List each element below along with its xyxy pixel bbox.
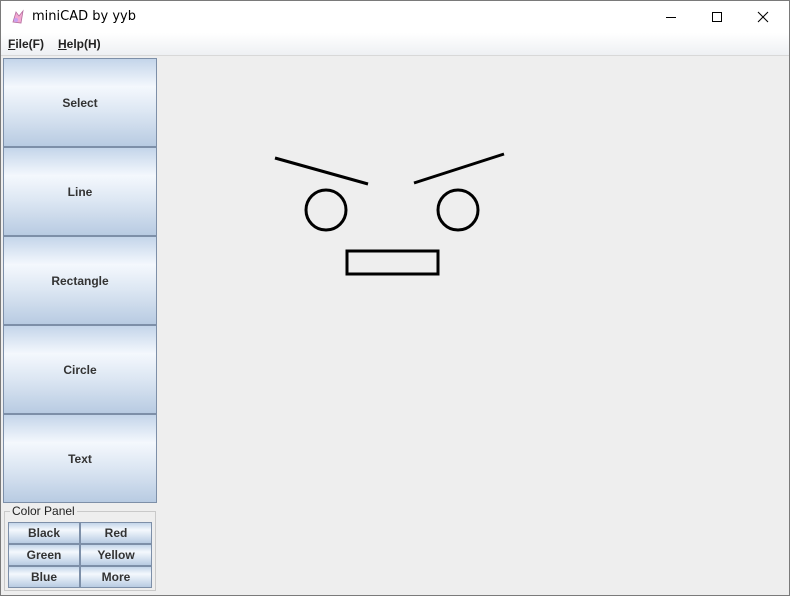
maximize-button[interactable]	[694, 1, 740, 33]
menu-help-mnemonic: H	[58, 37, 67, 51]
circle-tool-button[interactable]: Circle	[3, 325, 157, 414]
rectangle-tool-button[interactable]: Rectangle	[3, 236, 157, 325]
color-panel: Color Panel Black Red Green Yellow Blue …	[4, 504, 156, 591]
select-tool-button[interactable]: Select	[3, 58, 157, 147]
line-tool-button[interactable]: Line	[3, 147, 157, 236]
menu-file-label: ile(F)	[15, 37, 45, 51]
menu-help-label: elp(H)	[66, 37, 101, 51]
app-icon	[12, 9, 24, 24]
minimize-icon	[666, 17, 676, 18]
yellow-color-button[interactable]: Yellow	[80, 544, 152, 566]
minimize-button[interactable]	[648, 1, 694, 33]
menu-help[interactable]: Help(H)	[58, 37, 101, 51]
blue-color-button[interactable]: Blue	[8, 566, 80, 588]
close-icon	[757, 11, 769, 23]
window-title: miniCAD by yyb	[32, 9, 136, 24]
black-color-button[interactable]: Black	[8, 522, 80, 544]
red-color-button[interactable]: Red	[80, 522, 152, 544]
menu-bar: File(F) Help(H)	[1, 33, 789, 56]
drawing-canvas[interactable]	[158, 56, 789, 595]
more-color-button[interactable]: More	[80, 566, 152, 588]
app-window: miniCAD by yyb File(F) Help(H) Select Li…	[0, 0, 790, 596]
title-bar: miniCAD by yyb	[1, 1, 789, 33]
maximize-icon	[712, 12, 722, 22]
menu-file[interactable]: File(F)	[8, 37, 44, 51]
text-tool-button[interactable]: Text	[3, 414, 157, 503]
green-color-button[interactable]: Green	[8, 544, 80, 566]
close-button[interactable]	[740, 1, 786, 33]
color-panel-title: Color Panel	[10, 504, 77, 518]
